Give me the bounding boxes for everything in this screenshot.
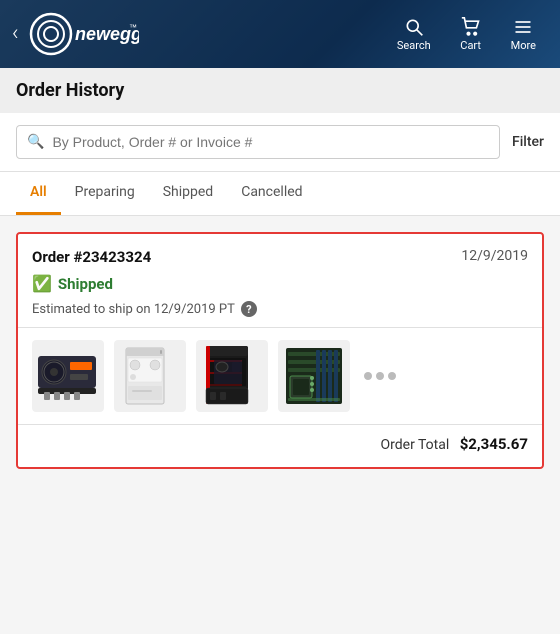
- white-case-image: [116, 342, 184, 410]
- help-icon[interactable]: ?: [241, 301, 257, 317]
- page-title: Order History: [16, 80, 544, 101]
- header-nav: Search Cart More: [385, 11, 548, 58]
- search-nav-label: Search: [397, 39, 431, 52]
- order-total-amount: $2,345.67: [460, 435, 528, 453]
- order-card: Order #23423324 12/9/2019 ✅ Shipped Esti…: [16, 232, 544, 469]
- order-card-header: Order #23423324 12/9/2019: [18, 234, 542, 272]
- tab-preparing[interactable]: Preparing: [61, 172, 149, 215]
- order-date: 12/9/2019: [461, 248, 528, 264]
- estimate-text: Estimated to ship on 12/9/2019 PT: [32, 302, 235, 317]
- search-input-wrapper[interactable]: 🔍: [16, 125, 500, 159]
- logo: newegg ™: [29, 12, 385, 56]
- dot-2: [376, 372, 384, 380]
- search-input[interactable]: [52, 134, 489, 150]
- more-nav-item[interactable]: More: [499, 11, 548, 58]
- tab-shipped[interactable]: Shipped: [149, 172, 227, 215]
- motherboard-image: [280, 342, 348, 410]
- order-total-row: Order Total $2,345.67: [18, 425, 542, 467]
- search-icon: [402, 17, 426, 37]
- gpu-image: [34, 342, 102, 410]
- search-nav-item[interactable]: Search: [385, 11, 443, 58]
- back-button[interactable]: ‹: [12, 23, 19, 45]
- more-nav-label: More: [511, 39, 536, 52]
- product-images-row: [18, 328, 542, 424]
- tabs-container: All Preparing Shipped Cancelled: [0, 172, 560, 216]
- search-bar-container: 🔍 Filter: [0, 113, 560, 172]
- dot-3: [388, 372, 396, 380]
- svg-text:™: ™: [129, 23, 137, 32]
- orders-container: Order #23423324 12/9/2019 ✅ Shipped Esti…: [0, 216, 560, 485]
- filter-button[interactable]: Filter: [512, 134, 544, 150]
- dot-1: [364, 372, 372, 380]
- more-products-indicator: [360, 372, 396, 380]
- tab-all[interactable]: All: [16, 172, 61, 215]
- page-title-bar: Order History: [0, 68, 560, 113]
- red-case-image: [198, 342, 266, 410]
- order-total-label: Order Total: [381, 437, 450, 453]
- product-thumb-red-case[interactable]: [196, 340, 268, 412]
- search-icon-small: 🔍: [27, 134, 44, 150]
- cart-icon: [459, 17, 483, 37]
- cart-nav-label: Cart: [460, 39, 481, 52]
- newegg-logo: newegg ™: [29, 12, 139, 56]
- header: ‹ newegg ™ Search: [0, 0, 560, 68]
- cart-nav-item[interactable]: Cart: [447, 11, 495, 58]
- more-icon: [511, 17, 535, 37]
- order-number: Order #23423324: [32, 248, 151, 266]
- tab-cancelled[interactable]: Cancelled: [227, 172, 316, 215]
- status-check-icon: ✅: [32, 274, 52, 293]
- product-thumb-gpu[interactable]: [32, 340, 104, 412]
- order-estimate: Estimated to ship on 12/9/2019 PT ?: [18, 301, 542, 327]
- order-status-label: Shipped: [58, 275, 113, 293]
- product-thumb-white-case[interactable]: [114, 340, 186, 412]
- product-thumb-motherboard[interactable]: [278, 340, 350, 412]
- order-status: ✅ Shipped: [18, 272, 542, 301]
